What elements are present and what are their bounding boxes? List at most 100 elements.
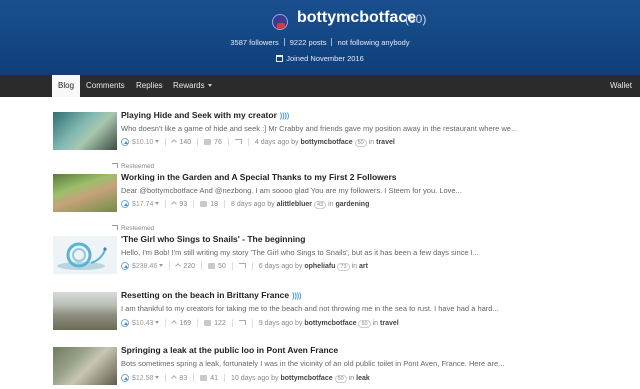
post-thumbnail[interactable] [53,292,117,330]
divider [331,38,333,46]
profile-header: bottymcbotface (50) 3587 followers 9222 p… [0,0,640,75]
post-category[interactable]: art [359,263,368,270]
post-title[interactable]: Springing a leak at the public loo in Po… [121,345,338,355]
chevron-down-icon[interactable] [155,140,160,143]
resteem-icon[interactable] [238,320,246,325]
payout-value[interactable]: $12.58 [132,375,153,382]
post-title[interactable]: Playing Hide and Seek with my creator)))… [121,110,289,120]
divider [224,200,226,208]
upvote-icon[interactable] [121,262,129,270]
tab-rewards[interactable]: Rewards [167,75,218,97]
tab-blog[interactable]: Blog [52,75,81,97]
chevron-down-icon[interactable] [155,376,160,379]
comment-icon [204,320,212,326]
following-status[interactable]: not following anybody [337,38,409,47]
post-thumbnail[interactable] [53,236,117,274]
tab-rewards-label: Rewards [173,81,205,90]
vote-count[interactable]: 220 [183,263,195,270]
upvote-icon[interactable] [121,138,129,146]
comment-count[interactable]: 50 [218,263,226,270]
author-name[interactable]: bottymcbotface [300,139,352,146]
post-time[interactable]: 9 days ago [259,320,293,327]
reputation-score: (50) [405,12,427,26]
post-thumbnail[interactable] [53,112,117,150]
divider [193,374,195,382]
post-title[interactable]: 'The Girl who Sings to Snails' - The beg… [121,234,305,244]
post-category[interactable]: leak [356,375,370,382]
payout-value[interactable]: $238.46 [132,263,157,270]
post-category[interactable]: gardening [336,201,370,208]
followers-count[interactable]: 3587 followers [230,38,278,47]
post-thumbnail[interactable] [53,174,117,212]
resteemed-text: Resteemed [121,163,155,170]
snail-illustration [57,242,107,270]
votes-icon [171,201,178,207]
resteem-icon [112,163,118,168]
post-excerpt[interactable]: Who doesn't like a game of hide and seek… [121,124,581,133]
comment-count[interactable]: 41 [210,375,218,382]
tab-comments[interactable]: Comments [80,75,131,97]
comment-count[interactable]: 76 [214,139,222,146]
post-category[interactable]: travel [380,320,399,327]
votes-icon [175,263,182,269]
by-label: by [267,201,275,208]
in-label: in [372,320,379,327]
upvote-icon[interactable] [121,200,129,208]
posts-count: 9222 posts [289,38,327,47]
vote-count[interactable]: 93 [179,201,187,208]
chevron-down-icon[interactable] [155,202,160,205]
post-time[interactable]: 4 days ago [255,139,289,146]
post-title[interactable]: Working in the Garden and A Special Than… [121,172,397,182]
post-meta: $12.58 83 41 10 days ago by bottymcbotface 5… [121,374,370,383]
post-category[interactable]: travel [376,139,395,146]
tab-wallet[interactable]: Wallet [604,75,638,97]
tab-replies[interactable]: Replies [130,75,169,97]
author-reputation: 43 [313,201,327,209]
post-time[interactable]: 10 days ago [231,375,269,382]
payout-value[interactable]: $10.10 [132,139,153,146]
votes-icon [171,320,178,326]
post-excerpt[interactable]: Bots sometimes spring a leak, fortunatel… [121,359,581,368]
post-time[interactable]: 8 days ago [231,201,265,208]
resteemed-label: Resteemed [112,163,154,170]
payout-value[interactable]: $10.43 [132,320,153,327]
post-title-text: Resetting on the beach in Brittany Franc… [121,290,290,300]
comment-count[interactable]: 18 [210,201,218,208]
votes-icon [171,375,178,381]
resteem-icon[interactable] [238,263,246,268]
divider [251,262,253,270]
avatar[interactable] [272,14,288,30]
upvote-icon[interactable] [121,319,129,327]
author-name[interactable]: opheliafu [304,263,335,270]
post-time[interactable]: 6 days ago [259,263,293,270]
resteem-icon[interactable] [234,139,242,144]
author-name[interactable]: bottymcbotface [304,320,356,327]
blog-feed: Playing Hide and Seek with my creator)))… [0,97,640,389]
by-label: by [271,375,279,382]
post-meta: $238.46 220 50 6 days ago by opheliafu 73 in … [121,262,368,271]
chevron-down-icon[interactable] [159,264,164,267]
post-excerpt[interactable]: Hello, I'm Bob! I'm still writing my sto… [121,248,581,257]
author-reputation: 50 [358,320,371,328]
comment-count[interactable]: 122 [214,320,226,327]
joined-date: Joined November 2016 [0,54,640,63]
post-excerpt[interactable]: Dear @bottymcbotface And @nezbong. I am … [121,186,581,195]
author-name[interactable]: alittlebluer [277,201,312,208]
post-title[interactable]: Resetting on the beach in Brittany Franc… [121,290,301,300]
profile-username: bottymcbotface [297,9,417,26]
divider [247,138,249,146]
author-name[interactable]: bottymcbotface [280,375,332,382]
chevron-down-icon[interactable] [155,321,160,324]
vote-count[interactable]: 169 [179,320,191,327]
by-label: by [295,263,303,270]
divider [165,374,167,382]
vote-count[interactable]: 83 [179,375,187,382]
comment-icon [208,263,215,269]
post-excerpt[interactable]: I am thankful to my creators for taking … [121,304,581,313]
divider [197,319,199,327]
vote-count[interactable]: 140 [179,139,191,146]
payout-value[interactable]: $17.74 [132,201,153,208]
post-thumbnail[interactable] [53,347,117,385]
resteemed-label: Resteemed [112,225,154,232]
upvote-icon[interactable] [121,374,129,382]
